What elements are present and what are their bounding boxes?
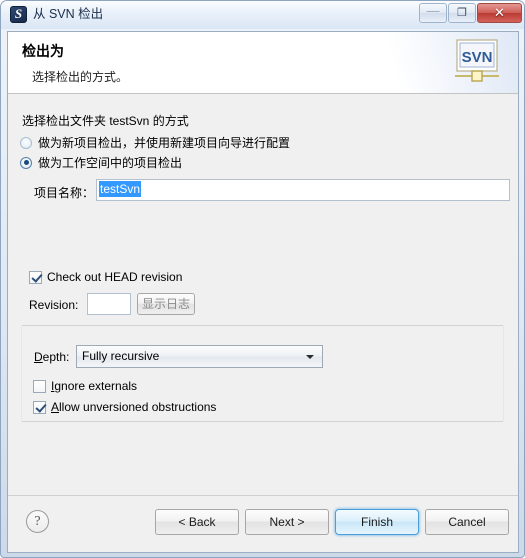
- depth-label-rest: epth:: [42, 350, 70, 364]
- checkbox-allow-unversioned[interactable]: Allow unversioned obstructions: [33, 400, 216, 414]
- checkbox-allow-unversioned-indicator: [33, 400, 46, 414]
- minimize-icon: —: [426, 3, 440, 18]
- revision-label: Revision:: [29, 298, 79, 312]
- help-icon[interactable]: ?: [26, 510, 49, 533]
- title-bar: S 从 SVN 检出 — ❐ ✕: [1, 1, 524, 29]
- depth-label: Depth:: [34, 350, 70, 364]
- radio-new-project-indicator: [20, 136, 32, 149]
- radio-workspace-project[interactable]: 做为工作空间中的项目检出: [20, 154, 182, 171]
- close-button[interactable]: ✕: [477, 3, 522, 23]
- radio-workspace-project-label: 做为工作空间中的项目检出: [38, 156, 183, 170]
- chevron-down-icon: [306, 355, 314, 359]
- footer-button-group: < Back Next > Finish Cancel: [155, 509, 509, 535]
- svn-app-icon-glyph: S: [14, 6, 23, 21]
- checkbox-head-revision-indicator: [29, 270, 42, 284]
- radio-new-project-label: 做为新项目检出，并使用新建项目向导进行配置: [38, 136, 291, 150]
- next-button[interactable]: Next >: [245, 509, 329, 535]
- revision-input[interactable]: [87, 293, 131, 315]
- svn-logo-icon: SVN: [455, 39, 499, 82]
- radio-new-project[interactable]: 做为新项目检出，并使用新建项目向导进行配置: [20, 134, 290, 151]
- project-name-input[interactable]: testSvn: [96, 179, 510, 201]
- show-log-button[interactable]: 显示日志: [137, 293, 195, 315]
- svg-text:SVN: SVN: [462, 49, 493, 66]
- project-name-label: 项目名称：: [34, 186, 95, 200]
- restore-button[interactable]: ❐: [448, 3, 476, 23]
- checkbox-head-revision-label: Check out HEAD revision: [47, 270, 183, 284]
- wizard-header: 检出为 选择检出的方式。 SVN: [8, 32, 518, 94]
- close-icon: ✕: [494, 5, 505, 20]
- checkbox-head-revision[interactable]: Check out HEAD revision: [29, 270, 182, 284]
- checkbox-ignore-externals-label: Ignore externals: [51, 379, 138, 393]
- depth-select[interactable]: Fully recursive: [76, 345, 323, 368]
- window-title: 从 SVN 检出: [33, 7, 104, 21]
- checkbox-ignore-externals[interactable]: Ignore externals: [33, 379, 137, 393]
- project-name-value: testSvn: [99, 181, 142, 197]
- restore-icon: ❐: [457, 7, 467, 19]
- checkbox-ignore-externals-indicator: [33, 379, 46, 393]
- depth-value: Fully recursive: [82, 349, 160, 363]
- finish-button[interactable]: Finish: [335, 509, 419, 535]
- page-subtitle: 选择检出的方式。: [32, 70, 129, 84]
- mode-prompt-label: 选择检出文件夹 testSvn 的方式: [22, 114, 189, 128]
- minimize-button[interactable]: —: [419, 3, 447, 23]
- cancel-button[interactable]: Cancel: [425, 509, 509, 535]
- radio-workspace-project-indicator: [20, 156, 32, 169]
- back-button[interactable]: < Back: [155, 509, 239, 535]
- wizard-body: 选择检出文件夹 testSvn 的方式 做为新项目检出，并使用新建项目向导进行配…: [8, 94, 518, 495]
- dialog-window: S 从 SVN 检出 — ❐ ✕ 检出为 选择检出的方式。 SVN 选择检出文件…: [0, 0, 525, 558]
- checkbox-allow-unversioned-label: Allow unversioned obstructions: [51, 400, 217, 414]
- svn-app-icon: S: [10, 6, 27, 23]
- page-title: 检出为: [22, 43, 64, 59]
- dialog-client-area: 检出为 选择检出的方式。 SVN 选择检出文件夹 testSvn 的方式 做为新…: [7, 31, 519, 553]
- wizard-footer: ? < Back Next > Finish Cancel: [8, 495, 518, 552]
- window-controls: — ❐ ✕: [418, 3, 522, 24]
